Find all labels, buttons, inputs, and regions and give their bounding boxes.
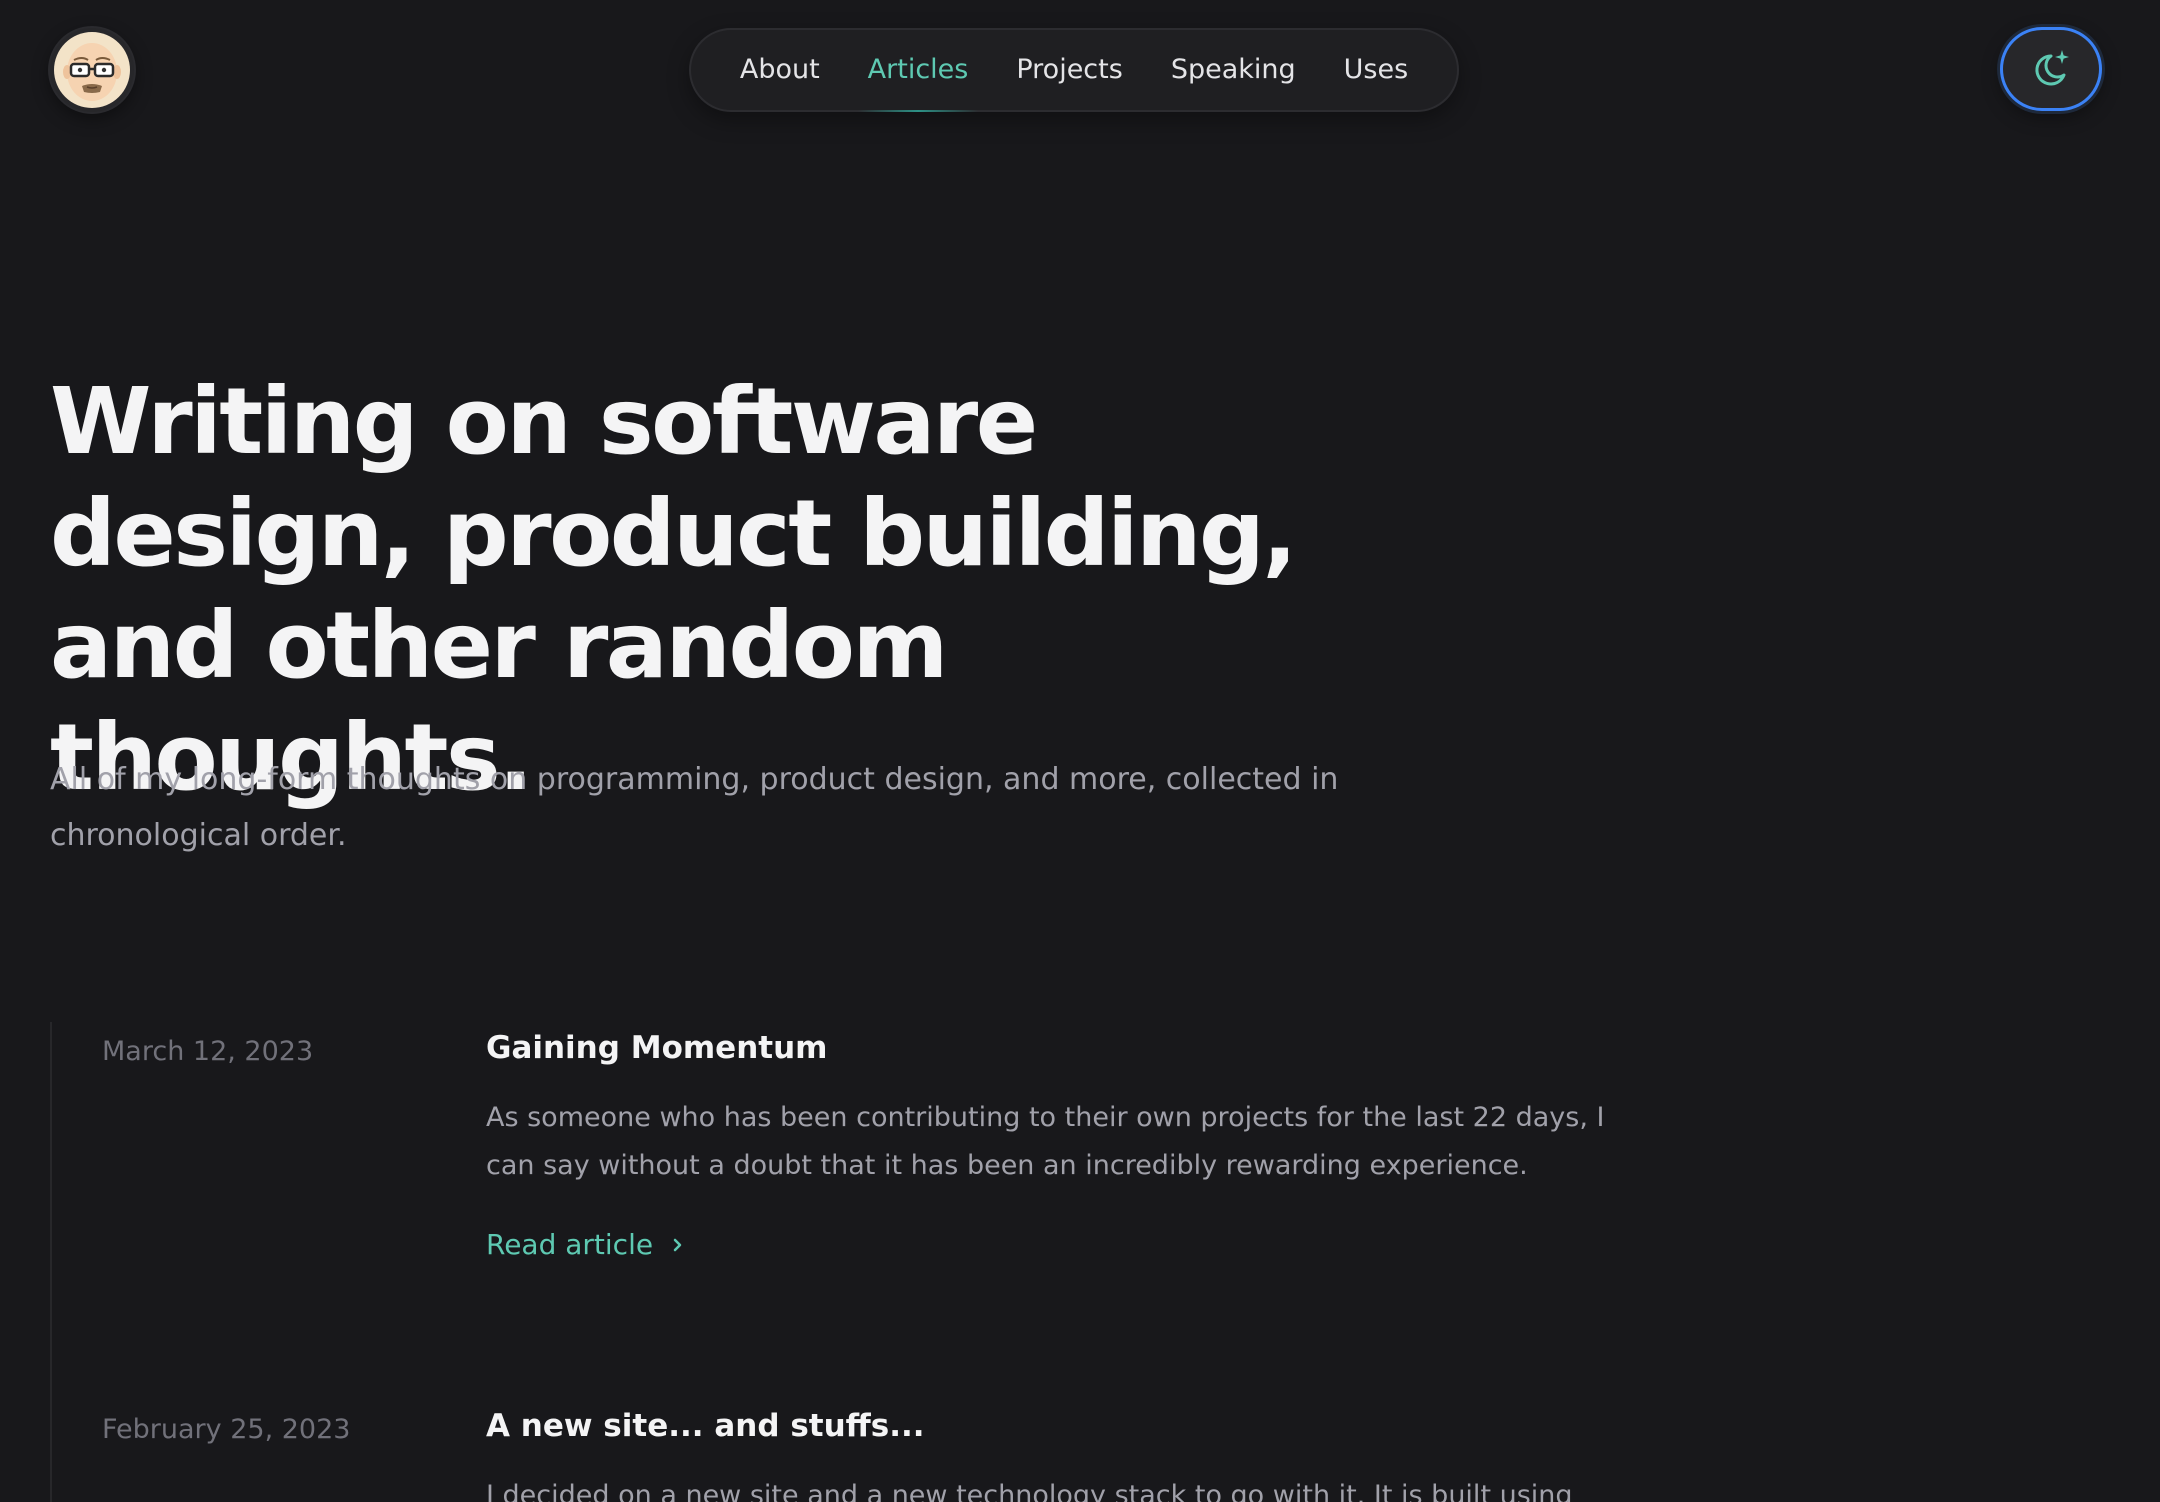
- avatar-face-icon: [54, 32, 130, 108]
- read-article-label: Read article: [486, 1228, 654, 1261]
- moon-sparkle-icon: [2035, 50, 2069, 86]
- article-description: As someone who has been contributing to …: [486, 1102, 1605, 1181]
- article-list: March 12, 2023 Gaining Momentum As someo…: [50, 1022, 1652, 1502]
- nav-item-projects[interactable]: Projects: [992, 28, 1146, 112]
- article-date: February 25, 2023: [102, 1414, 351, 1445]
- chevron-right-icon: [673, 1238, 682, 1251]
- nav-item-about[interactable]: About: [716, 28, 844, 112]
- theme-toggle-button[interactable]: [2000, 27, 2102, 111]
- article-date: March 12, 2023: [102, 1036, 314, 1067]
- read-article-link[interactable]: Read article: [486, 1228, 685, 1261]
- page-title: Writing on software design, product buil…: [50, 368, 1297, 811]
- nav-item-uses[interactable]: Uses: [1320, 28, 1433, 112]
- page-subtitle: All of my long-form thoughts on programm…: [50, 762, 1339, 853]
- article-title[interactable]: Gaining Momentum: [486, 1030, 827, 1066]
- avatar[interactable]: [50, 28, 134, 112]
- main-nav: About Articles Projects Speaking Uses: [689, 28, 1459, 112]
- article-description: I decided on a new site and a new techno…: [486, 1480, 1573, 1502]
- nav-item-speaking[interactable]: Speaking: [1147, 28, 1320, 112]
- page: About Articles Projects Speaking Uses Wr…: [0, 0, 2160, 1502]
- article-title[interactable]: A new site... and stuffs...: [486, 1408, 925, 1444]
- nav-item-articles[interactable]: Articles: [844, 28, 993, 112]
